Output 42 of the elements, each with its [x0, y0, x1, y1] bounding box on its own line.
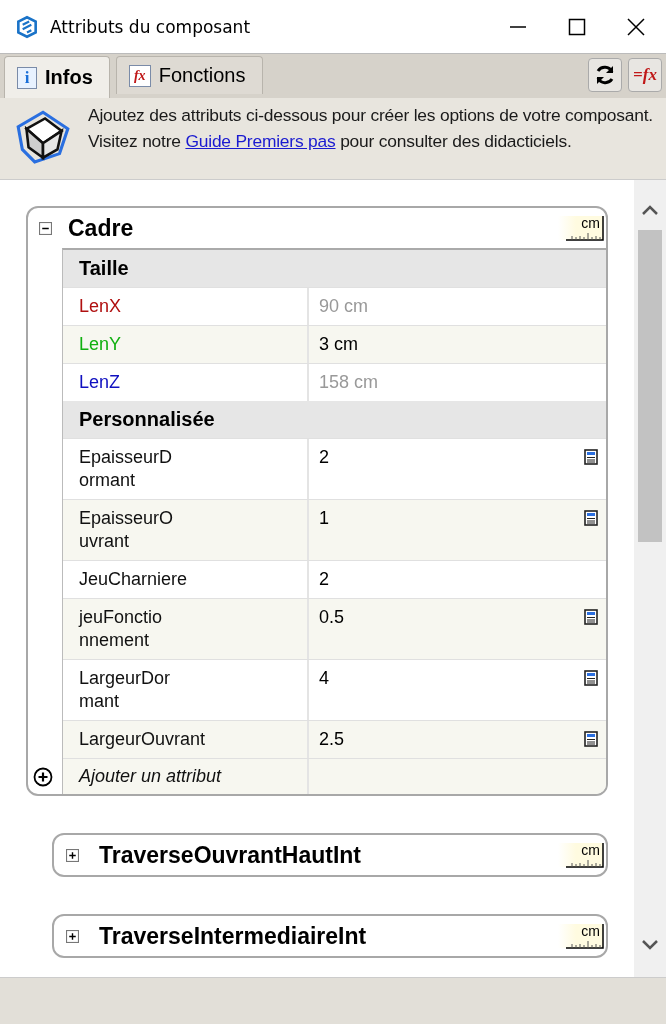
maximize-icon[interactable] — [567, 16, 587, 37]
refresh-button[interactable] — [588, 58, 622, 92]
info-text: Ajoutez des attributs ci-dessous pour créer les options de votre composant. Visitez notre Guide Premiers pas pour consulter des didacticiels. — [88, 104, 654, 153]
close-icon[interactable] — [626, 16, 646, 37]
section-header: Personnalisée — [63, 401, 606, 438]
window-title: Attributs du composant — [50, 16, 252, 37]
unit-ruler[interactable]: cm — [558, 923, 604, 949]
expand-icon[interactable] — [66, 929, 79, 943]
scroll-up-icon[interactable] — [640, 204, 660, 216]
app-logo-icon — [14, 13, 40, 40]
attribute-value[interactable]: 1 — [319, 507, 329, 530]
guide-link[interactable]: Guide Premiers pas — [185, 131, 336, 151]
attribute-value[interactable]: 2.5 — [319, 728, 345, 751]
component-title: Cadre — [68, 214, 135, 242]
calculator-icon[interactable] — [584, 731, 598, 747]
attribute-value: 158 cm — [319, 371, 379, 394]
component-title: TraverseOuvrantHautInt — [99, 841, 363, 869]
tab[interactable]: i Infos — [4, 56, 110, 98]
calculator-icon[interactable] — [584, 510, 598, 526]
attribute-value[interactable]: 4 — [319, 667, 329, 690]
expand-icon[interactable] — [66, 848, 79, 862]
calculator-icon[interactable] — [584, 670, 598, 686]
collapse-icon[interactable] — [39, 221, 52, 235]
calculator-icon[interactable] — [584, 609, 598, 625]
formula-button[interactable]: =fx — [628, 58, 662, 92]
scrollbar[interactable] — [634, 180, 666, 977]
attribute-value[interactable]: 2 — [319, 568, 329, 591]
attribute-value: 90 cm — [319, 295, 369, 318]
add-icon[interactable] — [33, 767, 53, 787]
attribute-value[interactable]: 2 — [319, 446, 329, 469]
scroll-down-icon[interactable] — [640, 939, 660, 951]
unit-ruler[interactable]: cm — [558, 215, 604, 241]
component-title: TraverseIntermediaireInt — [99, 922, 368, 950]
section-header: Taille — [63, 250, 606, 287]
attribute-value[interactable]: 3 cm — [319, 333, 358, 356]
tab[interactable]: fx Fonctions — [115, 56, 263, 94]
function-icon: fx — [128, 64, 151, 87]
info-icon: i — [17, 66, 37, 89]
unit-ruler[interactable]: cm — [558, 842, 604, 868]
calculator-icon[interactable] — [584, 449, 598, 465]
scroll-thumb[interactable] — [638, 230, 662, 542]
attribute-value[interactable]: 0.5 — [319, 606, 345, 629]
